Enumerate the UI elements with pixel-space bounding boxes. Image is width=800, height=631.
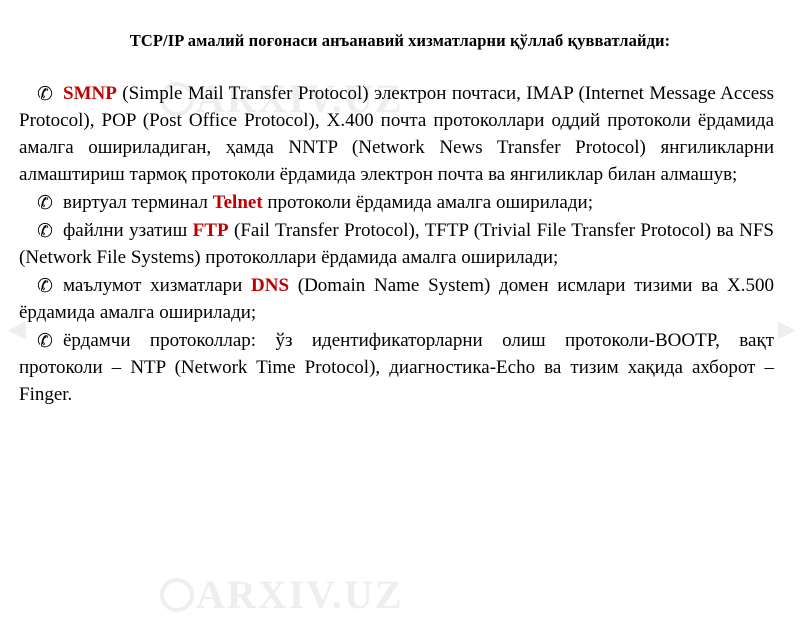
watermark-bottom: ARXIV.UZ [196,572,404,617]
paragraph-text-lead: виртуал терминал [63,191,213,213]
phone-icon: ✆ [37,191,53,214]
accent-term: DNS [251,274,290,296]
watermark-ring-bottom-icon [160,578,194,612]
paragraph-text-lead: файлни узатиш [63,219,193,241]
paragraph-text: ёрдамчи протоколлар: ўз идентификаторлар… [19,329,774,405]
accent-term: Telnet [212,191,263,213]
paragraph-text-lead: маълумот хизматлари [63,274,252,296]
phone-icon: ✆ [37,274,53,297]
slide-page: TCP/IP амалий поғонаси анъанавий хизматл… [0,31,800,409]
list-item: ✆ маълумот хизматлари DNS (Domain Name Sy… [19,272,774,327]
list-item: ✆ виртуал терминал Telnet протоколи ёрдам… [19,189,774,217]
list-item: ✆ SMNP (Simple Mail Transfer Protocol) эл… [19,80,774,189]
list-item: ✆ ёрдамчи протоколлар: ўз идентификаторла… [19,327,774,409]
phone-icon: ✆ [37,329,53,352]
paragraph-text: (Simple Mail Transfer Protocol) электрон… [19,83,774,185]
accent-term: SMNP [63,83,117,104]
content-body: ✆ SMNP (Simple Mail Transfer Protocol) эл… [0,80,800,409]
phone-icon: ✆ [37,219,53,242]
phone-icon: ✆ [37,83,53,105]
list-item: ✆ файлни узатиш FTP (Fail Transfer Protoc… [19,217,774,272]
accent-term: FTP [192,219,229,241]
paragraph-text: протоколи ёрдамида амалга оширилади; [262,191,593,213]
page-title: TCP/IP амалий поғонаси анъанавий хизматл… [129,31,671,50]
